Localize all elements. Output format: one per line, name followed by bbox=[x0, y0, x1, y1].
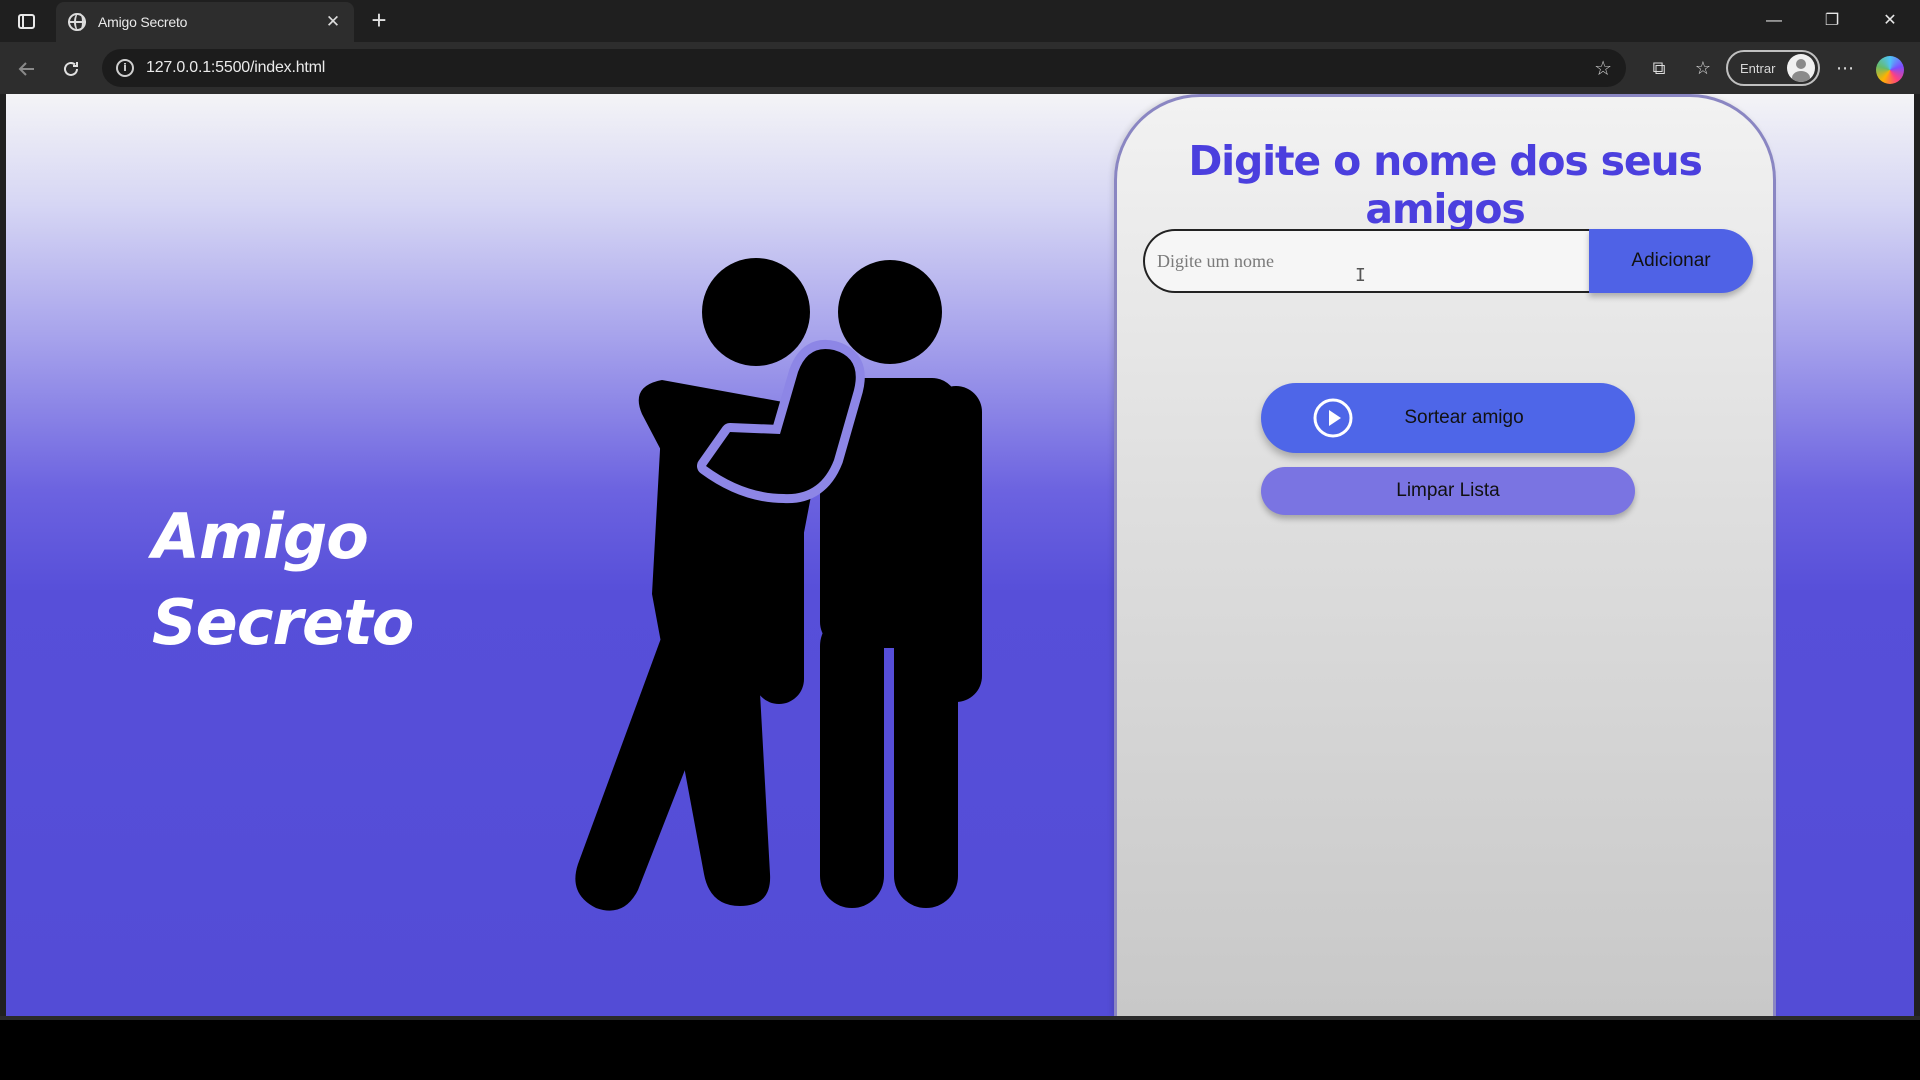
back-icon[interactable] bbox=[10, 52, 44, 86]
text-cursor-icon: I bbox=[1355, 265, 1366, 286]
friends-card: Digite o nome dos seus amigos Adicionar … bbox=[1114, 94, 1776, 1016]
brand-line-1: Amigo bbox=[152, 500, 369, 573]
site-info-icon[interactable]: i bbox=[116, 59, 134, 77]
brand-line-2: Secreto bbox=[152, 586, 414, 659]
new-tab-button[interactable]: + bbox=[364, 6, 394, 36]
signin-label: Entrar bbox=[1740, 60, 1776, 76]
draw-friend-button[interactable]: Sortear amigo bbox=[1261, 383, 1635, 453]
add-friend-row: Adicionar bbox=[1143, 229, 1753, 293]
globe-icon bbox=[68, 13, 86, 31]
copilot-icon[interactable] bbox=[1876, 56, 1904, 84]
friends-whisper-illustration bbox=[575, 258, 982, 911]
browser-toolbar: i 127.0.0.1:5500/index.html ☆ ⧉ ☆ Entrar… bbox=[0, 42, 1920, 94]
browser-tabbar: Amigo Secreto ✕ + — ❐ ✕ bbox=[0, 0, 1920, 42]
address-url[interactable]: 127.0.0.1:5500/index.html bbox=[146, 59, 1594, 77]
tab-close-icon[interactable]: ✕ bbox=[322, 11, 344, 33]
favorite-star-icon[interactable]: ☆ bbox=[1594, 56, 1612, 80]
address-bar[interactable]: i 127.0.0.1:5500/index.html ☆ bbox=[102, 49, 1626, 87]
left-person-figure bbox=[575, 258, 820, 911]
page-bottom-edge bbox=[0, 1016, 1920, 1020]
play-icon bbox=[1313, 398, 1353, 438]
tab-title: Amigo Secreto bbox=[98, 14, 188, 30]
clear-list-button[interactable]: Limpar Lista bbox=[1261, 467, 1635, 515]
profile-signin-button[interactable]: Entrar bbox=[1726, 50, 1820, 86]
add-button[interactable]: Adicionar bbox=[1589, 229, 1753, 293]
sidebar-toggle-icon[interactable] bbox=[12, 8, 40, 34]
browser-tab[interactable]: Amigo Secreto ✕ bbox=[56, 2, 354, 42]
minimize-button[interactable]: — bbox=[1754, 8, 1794, 34]
name-input[interactable] bbox=[1143, 229, 1589, 293]
draw-friend-label: Sortear amigo bbox=[1404, 407, 1524, 428]
window-right-edge bbox=[1914, 94, 1920, 1020]
restore-button[interactable]: ❐ bbox=[1812, 8, 1852, 34]
profile-icon bbox=[1787, 54, 1815, 82]
card-title: Digite o nome dos seus amigos bbox=[1188, 137, 1703, 233]
window-close-button[interactable]: ✕ bbox=[1870, 8, 1910, 34]
page-viewport: Amigo Secreto Digite o nome dos seus ami… bbox=[6, 94, 1914, 1016]
extensions-icon[interactable]: ⧉ bbox=[1644, 54, 1674, 84]
favorites-icon[interactable]: ☆ bbox=[1688, 54, 1718, 84]
more-icon[interactable]: ⋯ bbox=[1830, 54, 1860, 84]
reload-icon[interactable] bbox=[54, 52, 88, 86]
brand-title: Amigo Secreto bbox=[152, 494, 414, 666]
